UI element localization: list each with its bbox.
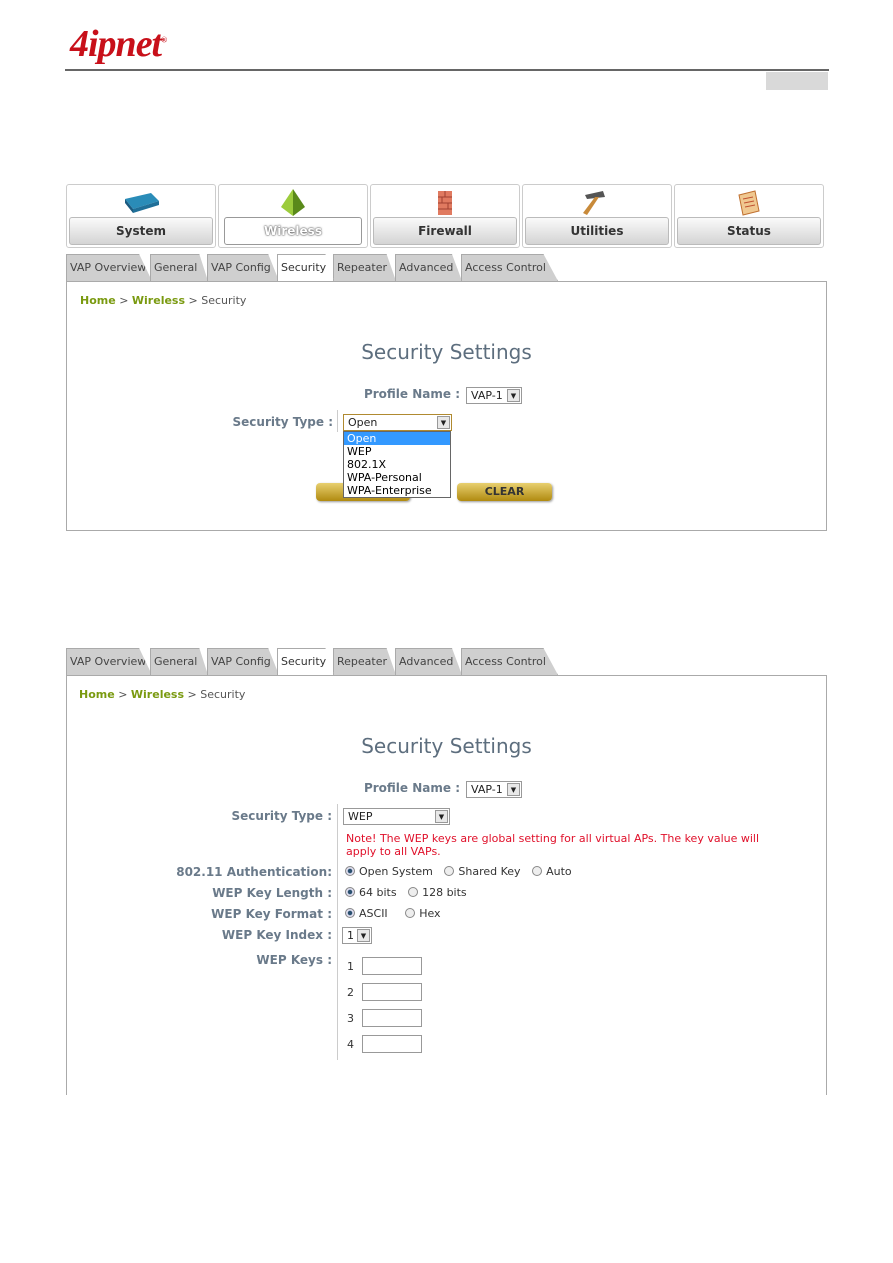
- chevron-down-icon: ▼: [507, 783, 520, 796]
- wireless-pyramid-icon: [281, 189, 305, 216]
- breadcrumb: Home > Wireless > Security: [80, 294, 247, 307]
- key-format-ascii[interactable]: ASCII: [345, 907, 388, 920]
- breadcrumb-wireless[interactable]: Wireless: [131, 688, 184, 701]
- dropdown-option[interactable]: WEP: [344, 445, 450, 458]
- auth-open-system[interactable]: Open System: [345, 865, 433, 878]
- chevron-down-icon: ▼: [357, 929, 370, 942]
- security-type-select[interactable]: Open ▼: [343, 414, 452, 431]
- security-type-dropdown: Open WEP 802.1X WPA-Personal WPA-Enterpr…: [343, 431, 451, 498]
- tab-security[interactable]: Security: [277, 648, 334, 675]
- auth-auto[interactable]: Auto: [532, 865, 572, 878]
- key-length-64[interactable]: 64 bits: [345, 886, 397, 899]
- dropdown-option[interactable]: Open: [344, 432, 450, 445]
- nav-firewall[interactable]: Firewall: [370, 184, 520, 248]
- nav-wireless[interactable]: Wireless: [218, 184, 368, 248]
- wep-key-1-input[interactable]: [362, 957, 422, 975]
- wep-key-2-input[interactable]: [362, 983, 422, 1001]
- dropdown-option[interactable]: WPA-Enterprise: [344, 484, 450, 497]
- firewall-brick-icon: [438, 191, 452, 215]
- auth-radio-group: Open System Shared Key Auto: [345, 865, 580, 878]
- profile-name-label: Profile Name :: [363, 781, 460, 795]
- chevron-down-icon: ▼: [507, 389, 520, 402]
- key-number: 3: [347, 1012, 354, 1025]
- nav-label: Firewall: [373, 217, 517, 245]
- key-length-128[interactable]: 128 bits: [408, 886, 467, 899]
- wep-note: Note! The WEP keys are global setting fo…: [346, 832, 760, 858]
- tab-repeater[interactable]: Repeater: [333, 254, 396, 281]
- tab-general[interactable]: General: [150, 254, 208, 281]
- profile-name-select[interactable]: VAP-1 ▼: [466, 387, 522, 404]
- key-length-radio-group: 64 bits 128 bits: [345, 886, 475, 899]
- wep-keys-label: WEP Keys :: [256, 953, 332, 967]
- logo: 4ipnet®: [70, 23, 167, 65]
- hammer-icon: [583, 191, 605, 215]
- chevron-down-icon: ▼: [437, 416, 450, 429]
- key-format-label: WEP Key Format :: [211, 907, 332, 921]
- key-length-label: WEP Key Length :: [212, 886, 332, 900]
- nav-label: Utilities: [525, 217, 669, 245]
- nav-system[interactable]: System: [66, 184, 216, 248]
- breadcrumb-home[interactable]: Home: [80, 294, 116, 307]
- tab-security[interactable]: Security: [277, 254, 334, 281]
- nav-label: System: [69, 217, 213, 245]
- nav-label: Wireless: [224, 217, 362, 245]
- nav-label: Status: [677, 217, 821, 245]
- breadcrumb-wireless[interactable]: Wireless: [132, 294, 185, 307]
- wep-key-3-input[interactable]: [362, 1009, 422, 1027]
- key-format-hex[interactable]: Hex: [405, 907, 441, 920]
- page-title: Security Settings: [361, 340, 532, 364]
- router-icon: [125, 193, 159, 213]
- tab-vap-config[interactable]: VAP Config: [207, 254, 279, 281]
- tab-advanced[interactable]: Advanced: [395, 648, 462, 675]
- profile-name-select[interactable]: VAP-1 ▼: [466, 781, 522, 798]
- security-type-label: Security Type :: [231, 809, 333, 823]
- dropdown-option[interactable]: 802.1X: [344, 458, 450, 471]
- tab-vap-overview[interactable]: VAP Overview: [66, 254, 152, 281]
- wep-key-4-input[interactable]: [362, 1035, 422, 1053]
- clear-button[interactable]: CLEAR: [457, 483, 552, 501]
- breadcrumb: Home > Wireless > Security: [79, 688, 246, 701]
- auth-label: 802.11 Authentication:: [176, 865, 332, 879]
- breadcrumb-home[interactable]: Home: [79, 688, 115, 701]
- key-index-select[interactable]: 1 ▼: [342, 927, 372, 944]
- key-index-label: WEP Key Index :: [221, 928, 332, 942]
- tab-access-control[interactable]: Access Control: [461, 648, 558, 675]
- auth-shared-key[interactable]: Shared Key: [444, 865, 521, 878]
- tab-access-control[interactable]: Access Control: [461, 254, 558, 281]
- nav-utilities[interactable]: Utilities: [522, 184, 672, 248]
- page-title: Security Settings: [361, 734, 532, 758]
- page-number-box: [766, 72, 828, 90]
- chevron-down-icon: ▼: [435, 810, 448, 823]
- security-type-label: Security Type :: [232, 415, 334, 429]
- profile-name-label: Profile Name :: [363, 387, 460, 401]
- key-number: 2: [347, 986, 354, 999]
- tab-general[interactable]: General: [150, 648, 208, 675]
- divider: [337, 410, 338, 432]
- tab-vap-overview[interactable]: VAP Overview: [66, 648, 152, 675]
- tab-repeater[interactable]: Repeater: [333, 648, 396, 675]
- nav-status[interactable]: Status: [674, 184, 824, 248]
- divider: [337, 804, 338, 1060]
- status-document-icon: [738, 190, 760, 216]
- header-divider: [65, 69, 829, 71]
- tab-vap-config[interactable]: VAP Config: [207, 648, 279, 675]
- key-number: 4: [347, 1038, 354, 1051]
- key-number: 1: [347, 960, 354, 973]
- tab-advanced[interactable]: Advanced: [395, 254, 462, 281]
- dropdown-option[interactable]: WPA-Personal: [344, 471, 450, 484]
- security-type-select[interactable]: WEP ▼: [343, 808, 450, 825]
- key-format-radio-group: ASCII Hex: [345, 907, 449, 920]
